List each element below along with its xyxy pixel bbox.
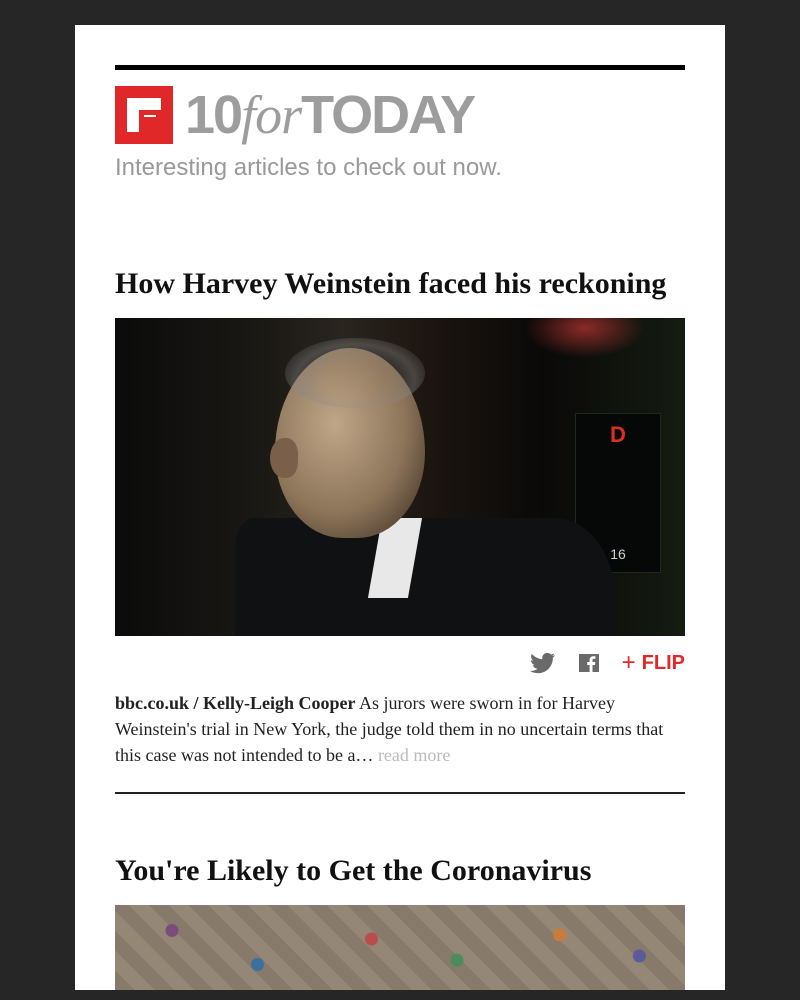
newsletter-page: 10forTODAY Interesting articles to check… (75, 25, 725, 990)
facebook-icon[interactable] (576, 650, 602, 676)
article-source[interactable]: bbc.co.uk / Kelly-Leigh Cooper (115, 693, 356, 713)
flip-label: FLIP (642, 652, 685, 675)
article: How Harvey Weinstein faced his reckoning… (115, 267, 685, 794)
article-divider (115, 792, 685, 794)
flip-button[interactable]: + FLIP (622, 651, 685, 675)
article-body: bbc.co.uk / Kelly-Leigh Cooper As jurors… (115, 690, 685, 768)
brand-row: 10forTODAY (115, 86, 685, 144)
top-divider (115, 65, 685, 70)
brand-for: for (241, 85, 301, 145)
article-title[interactable]: You're Likely to Get the Coronavirus (115, 854, 685, 887)
brand-today: TODAY (301, 85, 474, 145)
plus-icon: + (622, 651, 636, 675)
article-image[interactable] (115, 905, 685, 990)
action-row: + FLIP (115, 650, 685, 676)
flipboard-logo-icon (115, 86, 173, 144)
brand-title: 10forTODAY (185, 88, 474, 142)
read-more-link[interactable]: read more (378, 745, 450, 765)
brand-tagline: Interesting articles to check out now. (115, 154, 685, 182)
brand-ten: 10 (185, 85, 241, 145)
article-image[interactable]: D16 (115, 318, 685, 636)
twitter-icon[interactable] (530, 650, 556, 676)
article-title[interactable]: How Harvey Weinstein faced his reckoning (115, 267, 685, 300)
article: You're Likely to Get the Coronavirus (115, 854, 685, 990)
